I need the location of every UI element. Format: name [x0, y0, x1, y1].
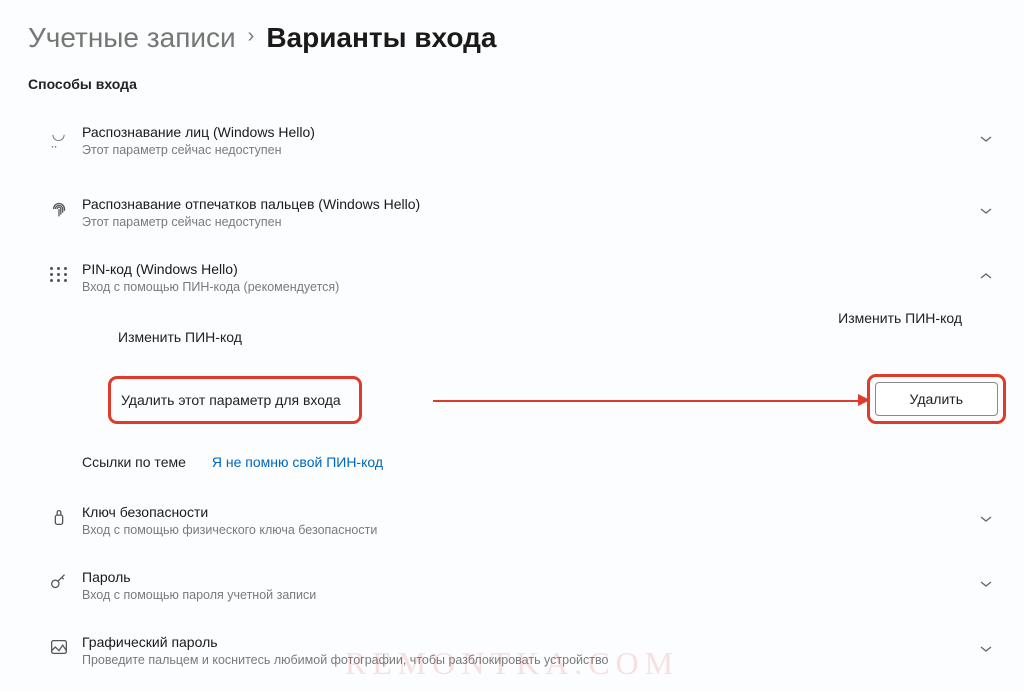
option-fingerprint[interactable]: Распознавание отпечатков пальцев (Window… [36, 180, 1006, 245]
forgot-pin-link[interactable]: Я не помню свой ПИН-код [212, 454, 383, 470]
password-key-icon [36, 569, 82, 593]
option-face-title: Распознавание лиц (Windows Hello) [82, 124, 966, 140]
option-pin[interactable]: PIN-код (Windows Hello) Вход с помощью П… [36, 245, 1006, 310]
chevron-down-icon [979, 204, 993, 223]
face-icon: ◡¨ [52, 124, 67, 162]
option-pin-title: PIN-код (Windows Hello) [82, 261, 966, 277]
option-picture-password[interactable]: Графический пароль Проведите пальцем и к… [36, 618, 1006, 683]
page-title: Варианты входа [266, 22, 496, 54]
fingerprint-icon [36, 196, 82, 220]
option-security-key-title: Ключ безопасности [82, 504, 966, 520]
chevron-down-icon [979, 512, 993, 531]
option-picture-password-sub: Проведите пальцем и коснитесь любимой фо… [82, 653, 966, 667]
pin-expanded-panel: Изменить ПИН-код Изменить ПИН-код Удалит… [36, 310, 1006, 434]
section-label: Способы входа [0, 54, 1024, 100]
remove-button[interactable]: Удалить [875, 382, 998, 416]
breadcrumb-header: Учетные записи › Варианты входа [0, 0, 1024, 54]
signin-options-list: ◡¨ Распознавание лиц (Windows Hello) Это… [0, 100, 1024, 683]
option-pin-sub: Вход с помощью ПИН-кода (рекомендуется) [82, 280, 966, 294]
remove-button-callout: Удалить [867, 374, 1006, 424]
option-fingerprint-sub: Этот параметр сейчас недоступен [82, 215, 966, 229]
option-password-title: Пароль [82, 569, 966, 585]
pin-icon [36, 261, 82, 282]
option-password-sub: Вход с помощью пароля учетной записи [82, 588, 966, 602]
chevron-down-icon [979, 577, 993, 596]
option-picture-password-title: Графический пароль [82, 634, 966, 650]
chevron-down-icon [979, 132, 993, 151]
remove-pin-label-callout: Удалить этот параметр для входа [108, 376, 362, 424]
option-password[interactable]: Пароль Вход с помощью пароля учетной зап… [36, 553, 1006, 618]
chevron-right-icon: › [248, 25, 255, 48]
option-face-sub: Этот параметр сейчас недоступен [82, 143, 966, 157]
related-links: Ссылки по теме Я не помню свой ПИН-код [36, 434, 1006, 488]
picture-password-icon [36, 634, 82, 658]
option-fingerprint-title: Распознавание отпечатков пальцев (Window… [82, 196, 966, 212]
security-key-icon [36, 504, 82, 528]
chevron-up-icon [979, 269, 993, 288]
annotation-arrow [433, 400, 862, 402]
chevron-down-icon [979, 642, 993, 661]
related-links-label: Ссылки по теме [82, 454, 186, 470]
change-pin-label-left: Изменить ПИН-код [118, 329, 242, 345]
change-pin-label-right: Изменить ПИН-код [838, 310, 962, 326]
option-security-key-sub: Вход с помощью физического ключа безопас… [82, 523, 966, 537]
breadcrumb-parent[interactable]: Учетные записи [28, 22, 236, 54]
option-face[interactable]: ◡¨ Распознавание лиц (Windows Hello) Это… [36, 108, 1006, 180]
option-security-key[interactable]: Ключ безопасности Вход с помощью физичес… [36, 488, 1006, 553]
